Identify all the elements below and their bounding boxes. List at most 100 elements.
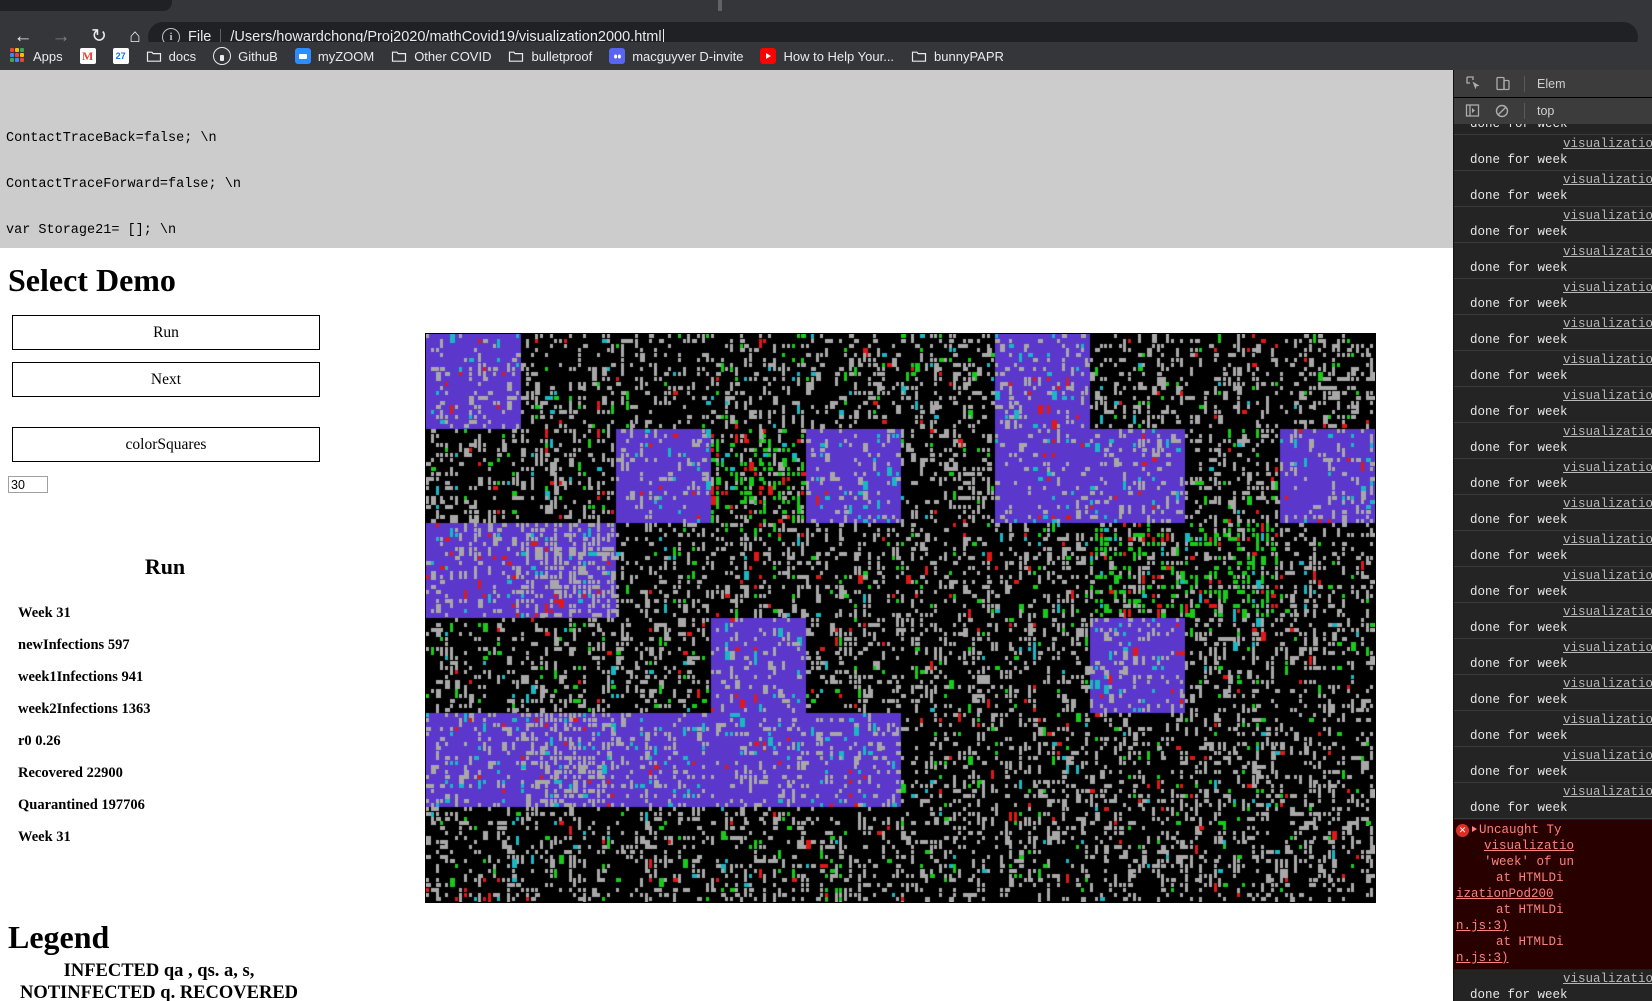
error-line[interactable]: Uncaught Ty	[1454, 822, 1652, 838]
console-log-source[interactable]: visualizatio	[1454, 496, 1652, 512]
run-section-heading: Run	[144, 554, 186, 579]
console-log-source[interactable]: visualizatio	[1454, 784, 1652, 800]
console-log-message: done for week	[1470, 153, 1568, 167]
console-log-source[interactable]: visualizatio	[1454, 244, 1652, 260]
main-content: Select Demo Run Next colorSquares Run We…	[0, 248, 1453, 1001]
console-log-row[interactable]: visualizatio done for week	[1454, 531, 1652, 567]
console-log-source[interactable]: visualizatio	[1454, 424, 1652, 440]
console-log-row[interactable]: visualizatio done for week	[1454, 171, 1652, 207]
error-stack-line: at HTMLDi	[1496, 871, 1564, 885]
bookmark-label: Other COVID	[414, 48, 492, 64]
console-log-row[interactable]: visualizatio done for week	[1454, 279, 1652, 315]
console-log-message: done for week	[1470, 261, 1568, 275]
toolbar-divider	[1524, 103, 1525, 119]
console-log-message: done for week	[1470, 297, 1568, 311]
legend-body: INFECTED qa , qs. a, s, NOTINFECTED q. R…	[0, 960, 318, 1001]
bookmark-bunnypapr[interactable]: bunnyPAPR	[904, 42, 1011, 70]
run-button[interactable]: Run	[12, 315, 320, 350]
bookmark-apps[interactable]: Apps	[3, 42, 70, 70]
console-log-source[interactable]: visualizatio	[1454, 208, 1652, 224]
console-log-row[interactable]: visualizatio done for week	[1454, 207, 1652, 243]
console-log-row[interactable]: visualizatio done for week	[1454, 783, 1652, 819]
tab-elements[interactable]: Elem	[1537, 77, 1565, 91]
console-log-source[interactable]: visualizatio	[1454, 352, 1652, 368]
console-log-row[interactable]: visualizatio done for week	[1454, 747, 1652, 783]
console-log-row[interactable]: visualizatio done for week	[1454, 567, 1652, 603]
console-log-source[interactable]: visualizatio	[1454, 280, 1652, 296]
bookmark-label: bulletproof	[531, 48, 593, 64]
code-line: ContactTraceForward=false; \n	[6, 177, 241, 193]
console-log-source[interactable]: visualizatio	[1454, 971, 1652, 987]
pod-simulation-canvas[interactable]	[426, 334, 1375, 902]
rounds-input[interactable]	[8, 476, 48, 493]
code-line: ContactTraceBack=false; \n	[6, 131, 217, 147]
console-context-selector[interactable]: top	[1537, 104, 1554, 118]
bookmark-github[interactable]: GithuB	[206, 42, 285, 70]
color-squares-button[interactable]: colorSquares	[12, 427, 320, 462]
console-log-row[interactable]: visualizatio done for week	[1454, 387, 1652, 423]
bookmark-gmail[interactable]: M	[73, 42, 103, 70]
console-log-row[interactable]: visualizatio done for week	[1454, 459, 1652, 495]
console-log-source[interactable]: visualizatio	[1454, 748, 1652, 764]
console-log-row[interactable]: visualizatio done for week	[1454, 970, 1652, 1001]
console-log-row[interactable]: visualizatio done for week	[1454, 711, 1652, 747]
zoom-icon	[294, 48, 311, 64]
toolbar-divider	[1524, 75, 1525, 92]
console-log-row[interactable]: visualizatio done for week	[1454, 495, 1652, 531]
console-log-source[interactable]: visualizatio	[1454, 712, 1652, 728]
console-log-source[interactable]: visualizatio	[1454, 568, 1652, 584]
console-log-source[interactable]: visualizatio	[1454, 640, 1652, 656]
console-log-row[interactable]: visualizatio done for week	[1454, 315, 1652, 351]
bookmark-other-covid[interactable]: Other COVID	[384, 42, 498, 70]
console-log-row[interactable]: visualizatio done for week	[1454, 351, 1652, 387]
bookmark-bulletproof[interactable]: bulletproof	[501, 42, 599, 70]
bookmark-label: myZOOM	[317, 48, 375, 64]
console-log-source[interactable]: visualizatio	[1454, 388, 1652, 404]
error-stack-link[interactable]: izationPod200	[1454, 886, 1652, 902]
bookmark-myzoom[interactable]: myZOOM	[288, 42, 381, 70]
console-log-source[interactable]: visualizatio	[1454, 676, 1652, 692]
stat-week2-infections: week2Infections 1363	[18, 701, 151, 717]
legend-line-infected: INFECTED qa , qs. a, s,	[63, 961, 255, 981]
console-log-row[interactable]: visualizatio done for week	[1454, 639, 1652, 675]
console-log-row[interactable]: visualizatio done for week	[1454, 603, 1652, 639]
clear-console-icon[interactable]	[1494, 102, 1514, 120]
bookmark-macguyver-d-invite[interactable]: macguyver D-invite	[602, 42, 750, 70]
console-error-row[interactable]: ✕ Uncaught Ty visualizatio 'week' of un …	[1454, 819, 1652, 970]
bookmark-calendar[interactable]: 27	[106, 42, 136, 70]
error-stack-link[interactable]: n.js:3)	[1454, 950, 1652, 966]
bookmark-docs[interactable]: docs	[139, 42, 203, 70]
folder-icon	[391, 48, 407, 64]
error-stack-link[interactable]: n.js:3)	[1454, 918, 1652, 934]
console-log-source[interactable]: visualizatio	[1454, 316, 1652, 332]
device-toolbar-icon[interactable]	[1494, 75, 1514, 93]
stat-r0: r0 0.26	[18, 733, 61, 749]
console-log-source[interactable]: visualizatio	[1454, 532, 1652, 548]
next-button[interactable]: Next	[12, 362, 320, 397]
bookmark-how-to-help-your[interactable]: How to Help Your...	[753, 42, 901, 70]
console-log-source[interactable]: visualizatio	[1454, 460, 1652, 476]
console-log-row[interactable]: visualizatio done for week	[1454, 135, 1652, 171]
folder-icon	[146, 48, 162, 64]
console-log-source[interactable]: visualizatio	[1454, 172, 1652, 188]
console-log-source[interactable]: visualizatio	[1454, 604, 1652, 620]
console-log-message: done for week	[1470, 549, 1568, 563]
bookmarks-bar: Apps M 27 docs GithuB myZOOM Other COVID…	[0, 42, 1652, 70]
inspect-cursor-icon[interactable]	[1464, 75, 1484, 93]
console-log-row[interactable]: done for week	[1454, 124, 1652, 135]
expand-triangle-icon[interactable]	[1472, 826, 1477, 832]
console-log-row[interactable]: visualizatio done for week	[1454, 423, 1652, 459]
browser-tab-inactive[interactable]	[182, 0, 722, 11]
console-log-message: done for week	[1470, 405, 1568, 419]
simulation-canvas-container[interactable]	[425, 333, 1376, 903]
browser-tab-active[interactable]	[0, 0, 172, 11]
console-sidebar-icon[interactable]	[1464, 102, 1484, 120]
devtools-toolbar: Elem	[1454, 70, 1652, 98]
console-log-row[interactable]: visualizatio done for week	[1454, 675, 1652, 711]
console-log-row[interactable]: visualizatio done for week	[1454, 243, 1652, 279]
error-source-link[interactable]: visualizatio	[1454, 838, 1652, 854]
console-log-list[interactable]: done for week visualizatio done for week …	[1454, 124, 1652, 1001]
legend-title: Legend	[8, 919, 110, 955]
console-log-source[interactable]: visualizatio	[1454, 136, 1652, 152]
console-log-message: done for week	[1470, 657, 1568, 671]
